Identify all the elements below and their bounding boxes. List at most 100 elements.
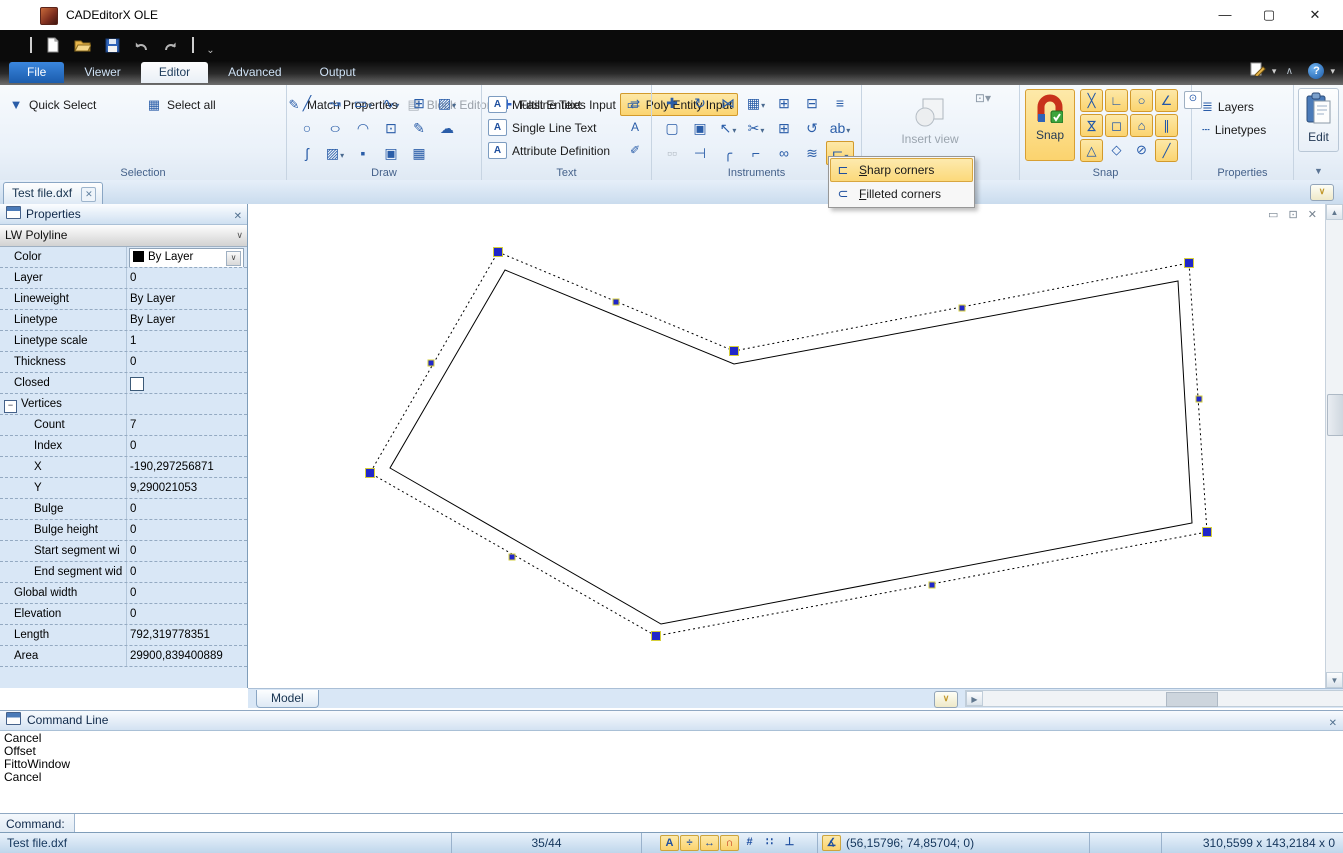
text-style-icon[interactable]: A [625, 116, 645, 139]
chamfer-button[interactable]: ⌐ [742, 141, 770, 165]
rename-button[interactable]: ab▾ [826, 116, 854, 140]
rotate-button[interactable]: ↻ [686, 91, 714, 115]
open-file-icon[interactable] [71, 33, 95, 57]
properties-close-icon[interactable]: ✕ [234, 207, 242, 227]
view-options-icon[interactable]: ⊡▾ [975, 91, 991, 105]
text-display-toggle[interactable]: A [660, 835, 679, 851]
grid-dots-toggle[interactable]: ∷ [760, 835, 779, 851]
snap-midpoint-button[interactable]: △ [1080, 139, 1103, 162]
midpoint-grip[interactable] [613, 299, 619, 305]
insert-block-button[interactable]: ⊞ [405, 91, 433, 115]
group-button[interactable]: ≋ [798, 141, 826, 165]
maximize-button[interactable]: ▢ [1252, 4, 1286, 26]
entity-width-toggle[interactable]: ↔ [700, 835, 719, 851]
closed-checkbox[interactable] [130, 377, 144, 391]
snap-endpoint-button[interactable]: ◻ [1105, 114, 1128, 137]
property-value-count[interactable]: 7 [127, 415, 247, 435]
snap-toggle-button[interactable]: Snap [1025, 89, 1075, 161]
arc-button[interactable]: ◠ [349, 116, 377, 140]
polyline-button[interactable]: ↝ [321, 91, 349, 115]
copy-button[interactable]: ⊞ [770, 91, 798, 115]
property-value-color[interactable]: By Layer∨ [127, 247, 247, 267]
polyline-offset-selected[interactable] [370, 252, 1207, 636]
vertex-grip[interactable] [652, 632, 661, 641]
select-all-button[interactable]: ▦Select all [142, 93, 282, 116]
midpoint-grip[interactable] [929, 582, 935, 588]
lineweight-display-toggle[interactable]: ÷ [680, 835, 699, 851]
tab-overflow-button[interactable]: ∨ [1310, 184, 1334, 201]
document-tab[interactable]: Test file.dxf ✕ [3, 182, 103, 204]
new-document-icon[interactable] [41, 33, 65, 57]
polyline-original[interactable] [390, 270, 1192, 624]
tab-editor[interactable]: Editor [141, 62, 208, 83]
ellipse-button[interactable]: ○ [321, 116, 349, 140]
property-value-layer[interactable]: 0 [127, 268, 247, 288]
snap-angle-button[interactable]: ∠ [1155, 89, 1178, 112]
edit-button[interactable]: Edit [1298, 88, 1339, 152]
point-button[interactable]: ▪ [349, 141, 377, 165]
vertex-grip[interactable] [1203, 528, 1212, 537]
drawing-canvas[interactable]: ▭ ⊡ ✕ [248, 204, 1325, 688]
spline-button[interactable]: ʃ [293, 141, 321, 165]
tab-advanced[interactable]: Advanced [210, 62, 299, 83]
property-value-x[interactable]: -190,297256871 [127, 457, 247, 477]
property-value-lineweight[interactable]: By Layer [127, 289, 247, 309]
property-value-linetype-scale[interactable]: 1 [127, 331, 247, 351]
rectangle-button[interactable]: ▭▾ [349, 91, 377, 115]
color-dropdown[interactable]: By Layer∨ [129, 248, 244, 267]
copy-special-button[interactable]: ⊟ [798, 91, 826, 115]
rotate-copy-button[interactable]: ↺ [798, 116, 826, 140]
midpoint-grip[interactable] [959, 305, 965, 311]
close-button[interactable]: ✕ [1298, 4, 1332, 26]
layout-overflow-button[interactable]: ∨ [934, 691, 958, 708]
midpoint-grip[interactable] [509, 554, 515, 560]
dimension-edit-icon[interactable]: ✐ [625, 139, 645, 162]
model-tab[interactable]: Model [256, 690, 319, 708]
draw-pencil-button[interactable]: ✎ [405, 116, 433, 140]
polyline-node-button[interactable]: ∿▾ [377, 91, 405, 115]
extend-button[interactable]: ⊣ [686, 141, 714, 165]
polar-tracking-icon[interactable]: ∡ [822, 835, 841, 851]
snap-parallel-button[interactable]: ∥ [1155, 114, 1178, 137]
snap-intersection-button[interactable]: ╳ [1080, 89, 1103, 112]
tab-output[interactable]: Output [302, 62, 374, 83]
property-value-start-segment-wi[interactable]: 0 [127, 541, 247, 561]
help-icon[interactable]: ?▾ [1302, 63, 1335, 77]
snap-perpendicular-button[interactable]: ∟ [1105, 89, 1128, 112]
mirror-button[interactable]: ⋈ [714, 91, 742, 115]
vertex-grip[interactable] [730, 347, 739, 356]
scroll-right-icon[interactable]: ▶ [966, 691, 983, 706]
vertex-grip[interactable] [494, 248, 503, 257]
block-button[interactable]: ⊡ [377, 116, 405, 140]
filleted-corners-menu-item[interactable]: ⊂Filleted corners [830, 182, 973, 206]
region-button[interactable]: ▨▾ [433, 91, 461, 115]
entity-type-dropdown[interactable]: LW Polyline ∨ [0, 225, 247, 247]
save-icon[interactable] [100, 34, 124, 58]
style-pencil-icon[interactable]: ▾ [1250, 63, 1277, 77]
property-value-end-segment-wid[interactable]: 0 [127, 562, 247, 582]
multiline-text-button[interactable]: AMultiline Text [488, 93, 610, 116]
ortho-toggle[interactable]: ⊥ [780, 835, 799, 851]
table-button[interactable]: ▦ [405, 141, 433, 165]
midpoint-grip[interactable] [1196, 396, 1202, 402]
snap-nearest-button[interactable]: ╱ [1155, 139, 1178, 162]
horizontal-scrollbar[interactable]: ◀ ▶ [965, 690, 1343, 707]
circle-button[interactable]: ○ [293, 116, 321, 140]
horizontal-scroll-thumb[interactable] [1166, 692, 1218, 707]
linetypes-button[interactable]: ┄Linetypes [1192, 118, 1293, 141]
collapse-ribbon-icon[interactable]: ∧ [1286, 66, 1293, 77]
cloud-button[interactable]: ☁ [433, 116, 461, 140]
property-value-y[interactable]: 9,290021053 [127, 478, 247, 498]
scroll-down-icon[interactable]: ▼ [1326, 672, 1343, 688]
pick-button[interactable]: ↖▾ [714, 116, 742, 140]
layers-button[interactable]: ≣Layers [1192, 95, 1293, 118]
single-line-text-button[interactable]: ASingle Line Text [488, 116, 610, 139]
object-snap-toggle[interactable]: ∩ [720, 835, 739, 851]
mdi-minimize-icon[interactable]: ▭ [1268, 209, 1278, 221]
property-value-thickness[interactable]: 0 [127, 352, 247, 372]
scroll-up-icon[interactable]: ▲ [1326, 204, 1343, 220]
align-button[interactable]: ≡ [826, 91, 854, 115]
break-button[interactable]: ∞ [770, 141, 798, 165]
property-value-bulge[interactable]: 0 [127, 499, 247, 519]
hatch-button[interactable]: ▨▾ [321, 141, 349, 165]
